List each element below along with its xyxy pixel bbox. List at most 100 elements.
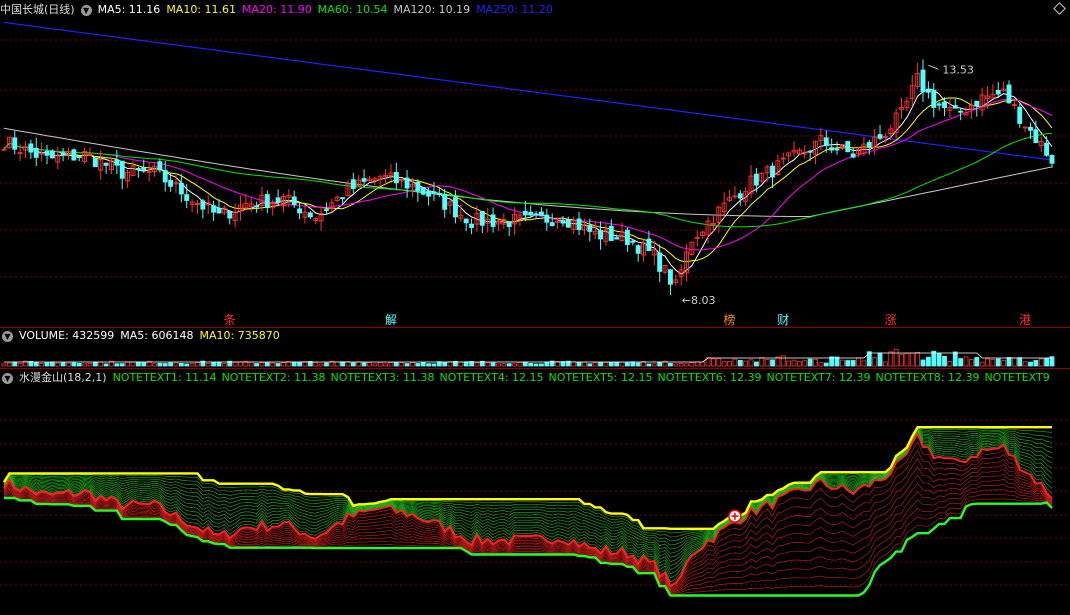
candle-body-101 [544,214,550,223]
volume-bar-172 [925,356,931,367]
volume-bar-85 [458,361,464,367]
volume-bar-121 [651,363,657,367]
candle-body-140 [753,173,759,186]
chart-stage: 中国长城(日线) ▼ MA5: 11.16 MA10: 11.61 MA20: 11.9… [0,0,1070,615]
volume-bar-182 [979,361,985,367]
volume-bar-117 [630,361,636,367]
volume-bar-134 [721,361,727,367]
volume-bar-41 [221,363,227,367]
volume-bar-71 [383,363,388,367]
candle-body-187 [1006,84,1012,104]
candle-body-172 [925,88,931,93]
volume-bar-189 [1017,357,1023,367]
volume-bar-135 [727,361,732,367]
volume-bar-46 [248,361,254,367]
volume-bar-7 [39,363,45,367]
candle-body-117 [630,240,636,243]
volume-bar-78 [420,362,426,367]
volume-bar-32 [173,362,179,367]
volume-bar-109 [587,363,593,367]
volume-bar-18 [98,361,104,367]
fan-red-4 [3,464,1053,590]
candle-body-143 [770,165,775,178]
volume-bar-159 [856,357,861,367]
candle-body-49 [264,194,270,209]
candle-body-60 [324,209,329,212]
volume-bar-114 [614,361,620,367]
volume-bar-17 [92,361,98,367]
volume-bar-0 [1,363,7,367]
candle-body-157 [845,141,851,153]
volume-bar-67 [361,362,367,367]
volume-bar-51 [275,363,281,367]
volume-bar-147 [791,359,797,367]
candle-body-75 [404,177,410,189]
candle-body-54 [291,196,297,205]
volume-bar-153 [823,362,829,367]
volume-bar-139 [748,359,754,367]
volume-bar-140 [754,361,759,367]
candle-body-177 [952,105,958,109]
volume-bar-129 [694,361,700,367]
volume-bar-141 [759,357,765,367]
candle-body-87 [469,223,475,228]
volume-bar-190 [1022,361,1028,367]
candle-body-65 [350,179,356,189]
volume-bar-169 [909,352,915,367]
candle-body-80 [431,191,437,194]
candle-body-154 [829,147,835,151]
volume-bar-101 [544,361,550,367]
volume-bar-112 [603,362,609,367]
candle-body-171 [920,69,926,93]
candle-body-42 [227,210,233,219]
volume-bar-162 [872,357,878,367]
volume-bar-175 [942,355,947,367]
volume-bar-193 [1038,358,1044,367]
volume-bar-33 [178,362,184,367]
candle-body-163 [877,134,883,139]
candle-body-178 [958,110,964,113]
candle-body-67 [361,178,367,182]
volume-bar-47 [254,363,259,367]
volume-bar-165 [888,351,894,367]
candle-body-189 [1017,106,1023,124]
event-marker-4: 涨 [885,312,897,327]
volume-bar-65 [350,362,356,367]
candle-body-79 [426,190,432,197]
volume-bar-75 [404,363,410,367]
volume-bar-192 [1033,360,1039,367]
volume-bar-177 [952,351,958,367]
candle-body-31 [168,179,174,187]
volume-bar-170 [915,351,921,367]
volume-bar-29 [157,362,163,367]
volume-bar-108 [582,361,587,367]
candle-body-173 [931,89,937,108]
volume-bar-168 [904,352,910,367]
candle-body-8 [44,151,50,156]
volume-bar-82 [442,361,448,367]
volume-bar-149 [802,360,808,367]
volume-bar-126 [678,362,684,367]
candle-body-13 [71,149,77,161]
candle-body-11 [60,152,66,156]
volume-bar-62 [334,361,340,367]
event-marker-3: 财 [777,313,789,327]
candle-body-73 [393,171,399,184]
candle-body-181 [974,100,980,107]
volume-bar-50 [270,362,276,367]
volume-bar-91 [490,362,496,367]
volume-bar-124 [668,362,673,367]
volume-bar-99 [533,363,539,367]
candle-body-104 [560,220,566,224]
candle-body-34 [184,194,190,201]
volume-bar-115 [619,361,625,367]
volume-bar-31 [168,362,174,367]
volume-bar-80 [431,363,437,367]
volume-bar-3 [17,363,23,367]
candle-body-174 [936,103,942,106]
volume-bar-25 [135,361,141,367]
volume-bar-130 [700,361,706,367]
candle-body-55 [297,208,303,214]
candle-body-195 [1049,155,1055,164]
volume-bar-166 [893,348,899,367]
